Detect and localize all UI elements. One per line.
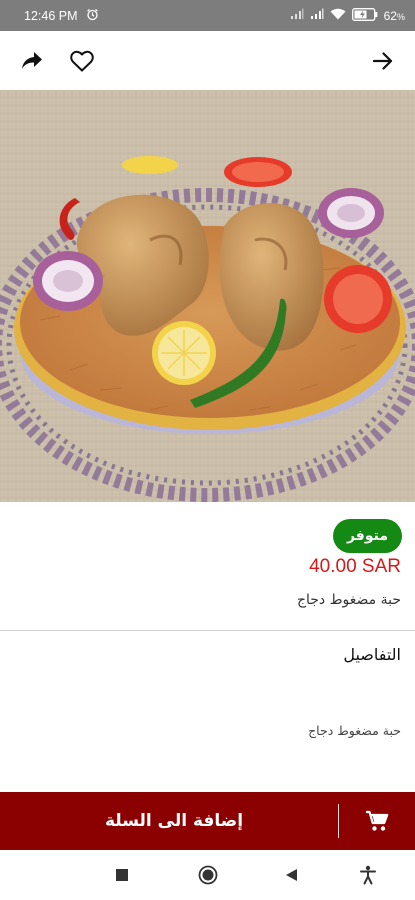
share-icon[interactable] — [18, 47, 46, 75]
availability-badge: متوفر — [332, 519, 402, 553]
details-text: حبة مضغوط دجاج — [308, 723, 401, 738]
product-info: متوفر 40.00 SAR حبة مضغوط دجاج — [0, 502, 415, 630]
battery-percent: 62% — [383, 8, 405, 23]
status-bar: 12:46 PM 62% — [0, 0, 415, 31]
product-price: 40.00 SAR — [309, 556, 401, 577]
back-arrow-icon[interactable] — [369, 47, 397, 75]
product-image — [0, 90, 415, 502]
add-to-cart-button[interactable]: إضافة الى السلة — [0, 792, 415, 850]
favorite-icon[interactable] — [68, 47, 96, 75]
add-to-cart-label: إضافة الى السلة — [104, 811, 244, 831]
product-name: حبة مضغوط دجاج — [296, 592, 401, 608]
home-icon[interactable] — [197, 864, 219, 886]
recents-icon[interactable] — [111, 864, 133, 886]
top-app-bar — [0, 31, 415, 90]
battery-icon — [351, 7, 378, 24]
signal-icon — [310, 8, 324, 23]
alarm-icon — [86, 8, 99, 24]
wifi-icon — [330, 8, 346, 23]
cart-icon[interactable] — [339, 792, 415, 850]
accessibility-icon[interactable] — [357, 864, 379, 886]
signal-icon — [290, 8, 304, 23]
back-icon[interactable] — [281, 864, 303, 886]
details-title: التفاصيل — [343, 645, 401, 664]
status-time: 12:46 PM — [24, 8, 78, 23]
system-nav-bar — [0, 850, 415, 900]
status-indicators: 62% — [290, 7, 405, 24]
divider — [0, 630, 415, 631]
